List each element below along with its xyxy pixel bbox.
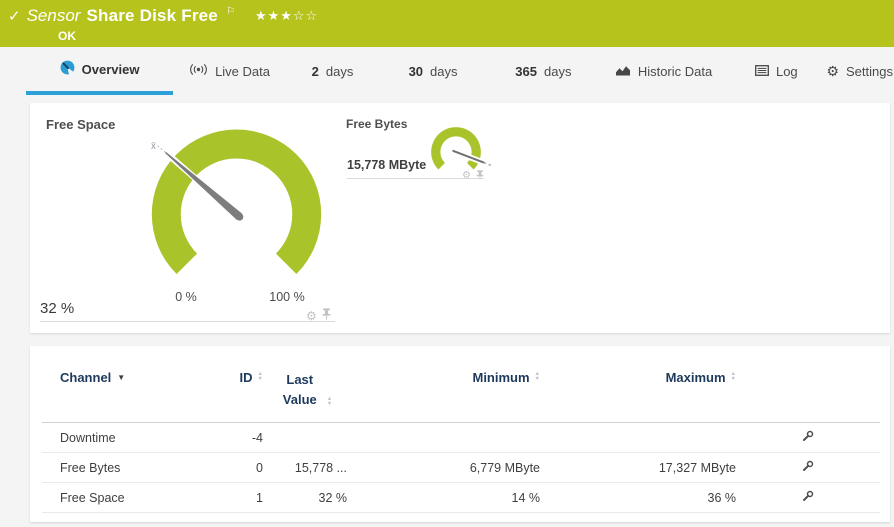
sensor-name: Share Disk Free xyxy=(86,6,218,26)
column-header-id-label: ID xyxy=(240,370,253,385)
column-header-id[interactable]: ID ▲▼ xyxy=(235,370,263,385)
cell-channel: Downtime xyxy=(60,431,235,445)
column-header-last-value-label: Last Value xyxy=(278,370,322,410)
cell-channel: Free Bytes xyxy=(60,461,235,475)
free-bytes-value: 15,778 MByte xyxy=(347,158,426,172)
tab-365-days[interactable]: 365 days xyxy=(487,47,600,95)
tab-overview[interactable]: Overview xyxy=(26,47,173,95)
tab-settings-label: Settings xyxy=(846,64,893,79)
area-chart-icon xyxy=(615,64,631,79)
cell-id: 1 xyxy=(235,491,263,505)
cell-id: 0 xyxy=(235,461,263,475)
cell-id: -4 xyxy=(235,431,263,445)
table-row-free-bytes[interactable]: Free Bytes 0 15,778 ... 6,779 MByte 17,3… xyxy=(42,453,880,483)
gear-icon: ⚙ xyxy=(826,64,839,78)
free-bytes-gauge xyxy=(416,115,496,186)
free-space-value: 32 % xyxy=(40,300,74,317)
column-header-channel-label: Channel xyxy=(60,370,111,385)
channel-settings-wrench-icon[interactable] xyxy=(801,430,814,446)
gauge-scale-min: 0 % xyxy=(156,290,216,304)
status-check-icon: ✓ xyxy=(8,9,21,24)
gauge-icon xyxy=(60,60,75,78)
channels-panel: Channel ▼ ID ▲▼ Last Value ▲▼ Minimum ▲▼… xyxy=(30,346,890,522)
tab-historic-data-label: Historic Data xyxy=(638,64,712,79)
free-bytes-gauge-title: Free Bytes xyxy=(346,117,407,131)
cell-minimum: 6,779 MByte xyxy=(347,461,540,475)
column-header-last-value[interactable]: Last Value ▲▼ xyxy=(263,370,347,410)
column-header-minimum-label: Minimum xyxy=(472,370,529,385)
table-row-downtime[interactable]: Downtime -4 xyxy=(42,423,880,453)
tab-365-days-label: days xyxy=(544,64,571,79)
column-header-minimum[interactable]: Minimum ▲▼ xyxy=(347,370,540,385)
free-space-gauge-title: Free Space xyxy=(46,117,115,132)
priority-flag-icon[interactable]: ⚐ xyxy=(226,6,235,17)
sort-icon: ▲▼ xyxy=(327,397,332,407)
free-space-divider xyxy=(40,321,335,322)
tab-2-days-label: days xyxy=(326,64,353,79)
channels-table-header: Channel ▼ ID ▲▼ Last Value ▲▼ Minimum ▲▼… xyxy=(42,346,880,423)
stars-filled[interactable]: ★★★ xyxy=(255,8,293,23)
tab-2-days-number: 2 xyxy=(312,64,319,79)
free-space-gauge: x̄ xyxy=(133,113,340,304)
sort-icon: ▲▼ xyxy=(731,372,736,382)
tab-settings[interactable]: ⚙ Settings xyxy=(825,47,894,95)
tab-log[interactable]: Log xyxy=(727,47,825,95)
tab-bar: Overview Live Data 2 days 30 days 365 xyxy=(0,47,894,95)
table-row-free-space[interactable]: Free Space 1 32 % 14 % 36 % xyxy=(42,483,880,513)
cell-last-value: 15,778 ... xyxy=(263,461,347,475)
column-header-channel[interactable]: Channel ▼ xyxy=(60,370,235,385)
stars-empty[interactable]: ☆☆ xyxy=(293,8,318,23)
sensor-header: ✓ Sensor Share Disk Free ⚐ ★★★☆☆ OK xyxy=(0,0,894,47)
log-icon xyxy=(755,64,769,79)
channel-settings-wrench-icon[interactable] xyxy=(801,460,814,476)
sort-descending-icon: ▼ xyxy=(117,373,125,382)
gauge-settings-gear-icon[interactable]: ⚙ xyxy=(462,171,471,181)
tab-30-days-label: days xyxy=(430,64,457,79)
column-header-maximum-label: Maximum xyxy=(666,370,726,385)
free-bytes-divider xyxy=(347,178,484,179)
broadcast-icon xyxy=(189,63,208,79)
cell-last-value: 32 % xyxy=(263,491,347,505)
gauge-scale-max: 100 % xyxy=(257,290,317,304)
prtg-sensor-page: ✓ Sensor Share Disk Free ⚐ ★★★☆☆ OK Over… xyxy=(0,0,894,527)
tab-365-days-number: 365 xyxy=(515,64,537,79)
tab-2-days[interactable]: 2 days xyxy=(286,47,379,95)
tab-live-data[interactable]: Live Data xyxy=(173,47,286,95)
tab-30-days-number: 30 xyxy=(409,64,423,79)
priority-stars[interactable]: ★★★☆☆ xyxy=(255,8,318,24)
channel-settings-wrench-icon[interactable] xyxy=(801,490,814,506)
cell-maximum: 36 % xyxy=(540,491,736,505)
object-kind-label: Sensor xyxy=(27,6,81,26)
pin-icon[interactable] xyxy=(476,167,484,185)
pin-icon[interactable] xyxy=(322,307,331,325)
gauge-average-marker: x̄ xyxy=(151,141,156,152)
tab-log-label: Log xyxy=(776,64,798,79)
tab-overview-label: Overview xyxy=(82,62,140,77)
status-badge: OK xyxy=(58,29,884,43)
free-space-gauge-arc xyxy=(152,129,321,274)
tab-live-data-label: Live Data xyxy=(215,64,270,79)
cell-minimum: 14 % xyxy=(347,491,540,505)
cell-channel: Free Space xyxy=(60,491,235,505)
free-bytes-gauge-arc xyxy=(431,127,481,169)
tab-historic-data[interactable]: Historic Data xyxy=(600,47,728,95)
tab-30-days[interactable]: 30 days xyxy=(379,47,487,95)
gauges-panel: Free Space x̄ 0 % 100 % 32 % ⚙ xyxy=(30,103,890,333)
column-header-maximum[interactable]: Maximum ▲▼ xyxy=(540,370,736,385)
cell-maximum: 17,327 MByte xyxy=(540,461,736,475)
